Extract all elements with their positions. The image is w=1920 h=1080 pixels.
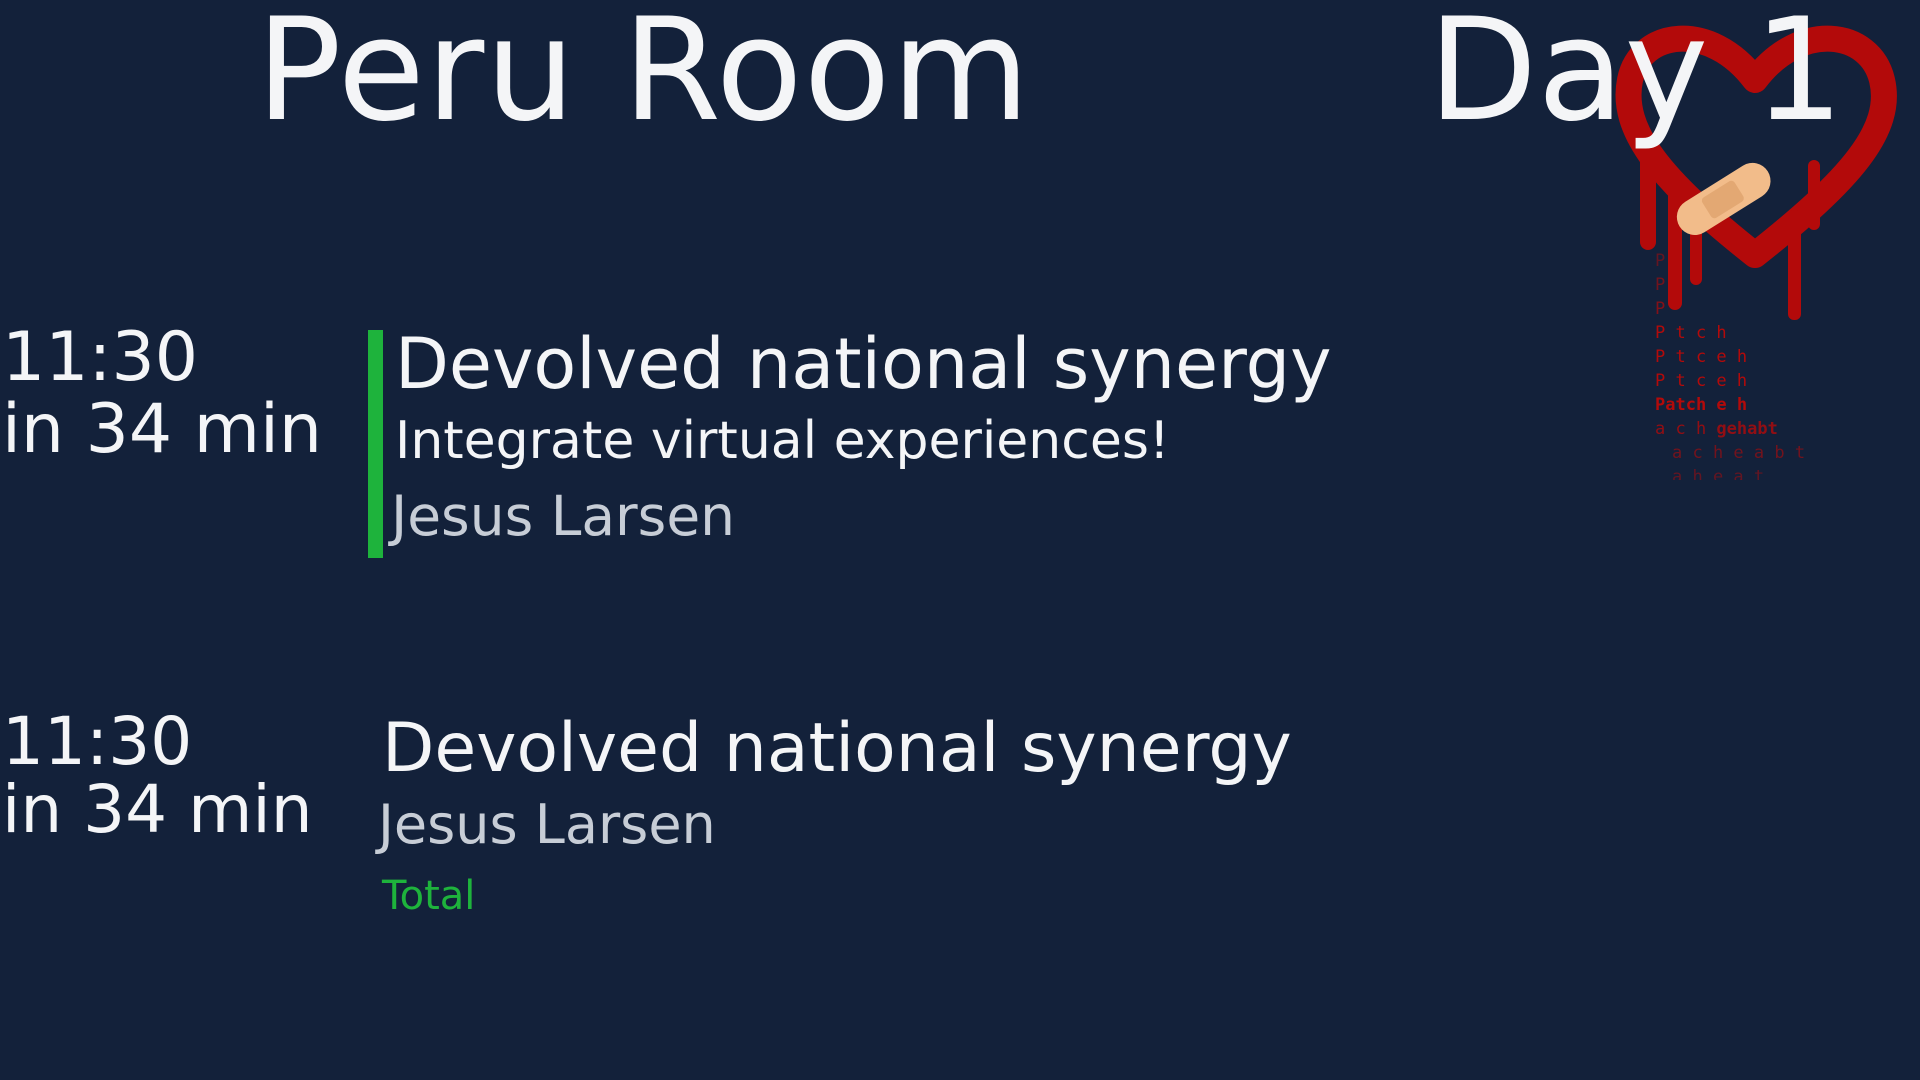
talk-countdown: in 34 min (2, 390, 322, 469)
svg-text:P t c h: P t c h (1655, 323, 1727, 343)
talk-time: 11:30 in 34 min (2, 322, 342, 466)
talk-track: Total (382, 873, 476, 919)
talk-title: Devolved national synergy (395, 323, 1332, 405)
svg-text:a c h gehabt: a c h gehabt (1655, 419, 1778, 439)
talk-start-time: 11:30 (2, 318, 198, 397)
room-title: Peru Room (256, 0, 1031, 153)
talk-speaker: Jesus Larsen (378, 793, 716, 856)
talk-speaker: Jesus Larsen (391, 484, 736, 548)
talk-title: Devolved national synergy (382, 709, 1292, 788)
day-title: Day 1 (1428, 0, 1844, 153)
talk-subtitle: Integrate virtual experiences! (395, 411, 1170, 471)
svg-text:P t c e h: P t c e h (1655, 347, 1747, 367)
talk-time: 11:30 in 34 min (2, 708, 342, 844)
svg-text:P: P (1655, 275, 1665, 295)
svg-text:a c h e a b t: a c h e a b t (1672, 443, 1805, 463)
svg-text:P: P (1655, 299, 1665, 319)
talk-item-current[interactable]: 11:30 in 34 min Devolved national synerg… (0, 322, 1600, 562)
talk-item-next[interactable]: 11:30 in 34 min Devolved national synerg… (0, 708, 1600, 928)
logo-text-patch: Patch e h (1655, 395, 1747, 415)
svg-text:P t c e h: P t c e h (1655, 371, 1747, 391)
talk-start-time: 11:30 (2, 703, 193, 780)
current-talk-indicator (368, 330, 383, 558)
talk-info: Devolved national synergy Jesus Larsen T… (378, 708, 1292, 928)
svg-text:P: P (1655, 251, 1665, 271)
talk-countdown: in 34 min (2, 771, 313, 848)
svg-text:a h e a t: a h e a t (1672, 467, 1764, 480)
talk-info: Devolved national synergy Integrate virt… (391, 322, 1332, 558)
schedule-screen: Peru Room P P P P t c h P t c e h P t c … (0, 0, 1920, 1080)
